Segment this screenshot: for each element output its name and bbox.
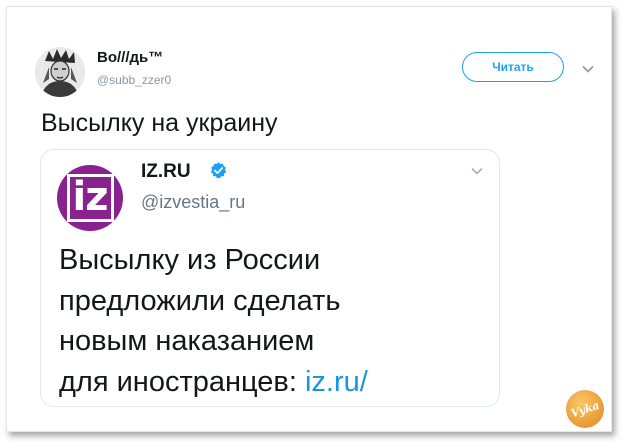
site-watermark-badge-icon: Vyka (564, 388, 606, 430)
quoted-tweet-card[interactable]: iz IZ.RU @izvestia_ru Высылку из России … (40, 149, 500, 407)
portrait-avatar-icon (35, 47, 85, 97)
quoted-account-name[interactable]: IZ.RU (141, 161, 191, 183)
quoted-account-logo[interactable]: iz (57, 165, 123, 231)
follow-button[interactable]: Читать (462, 52, 564, 82)
chevron-down-icon[interactable] (581, 62, 595, 76)
article-link[interactable]: iz.ru/ (305, 366, 368, 398)
logo-text: iz (66, 174, 114, 222)
quoted-text-line: предложили сделать (59, 284, 341, 317)
chevron-down-icon[interactable] (470, 164, 484, 178)
screenshot-frame: Во///дь™ @subb_zzer0 Читать Высылку на у… (6, 6, 612, 432)
quoted-text-line: Высылку из России (59, 244, 321, 276)
tweet-text: Высылку на украину (41, 109, 278, 137)
verified-badge-icon (209, 161, 228, 180)
quoted-text-line-part: для иностранцев: (59, 365, 297, 398)
author-avatar[interactable] (35, 47, 85, 97)
quoted-account-handle[interactable]: @izvestia_ru (141, 192, 245, 213)
author-name[interactable]: Во///дь™ (97, 49, 163, 66)
quoted-text-line: для иностранцев: iz.ru/ (59, 362, 368, 403)
author-handle[interactable]: @subb_zzer0 (97, 73, 171, 87)
quoted-text-line: новым наказанием (59, 325, 315, 357)
quoted-tweet-text: Высылку из России предложили сделать нов… (59, 240, 368, 402)
